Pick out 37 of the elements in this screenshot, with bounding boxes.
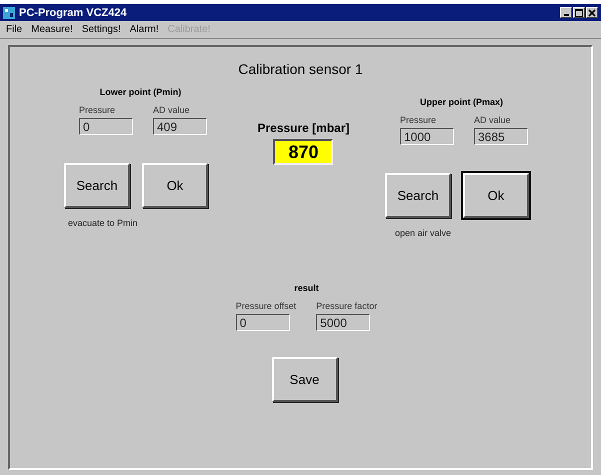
field-label: Pressure	[400, 115, 437, 125]
push-button[interactable]: Ok	[142, 163, 208, 208]
pressure-display: 870	[273, 139, 334, 165]
minimize-icon	[564, 14, 568, 16]
reading-label: Pressure [mbar]	[257, 121, 350, 135]
field-label: AD value	[153, 105, 191, 115]
menu-item[interactable]: Measure!	[31, 24, 73, 35]
minimize-button[interactable]	[560, 7, 572, 18]
group-title: result	[294, 283, 319, 293]
push-button[interactable]: Search	[384, 173, 451, 218]
field-label: Pressure factor	[316, 301, 378, 311]
menu-item[interactable]: Settings!	[82, 24, 121, 35]
field-label: Pressure offset	[236, 301, 296, 311]
menu-item[interactable]: File	[6, 24, 22, 35]
input-field[interactable]: 1000	[400, 128, 454, 145]
hint-text: open air valve	[394, 228, 452, 238]
menu-item[interactable]: Alarm!	[130, 24, 159, 35]
panel-heading: Calibration sensor 1	[238, 61, 363, 77]
input-field[interactable]: 3685	[474, 128, 528, 145]
input-field[interactable]: 0	[79, 118, 133, 135]
input-field[interactable]: 409	[153, 118, 207, 135]
maximize-icon	[575, 8, 583, 16]
input-field[interactable]: 0	[236, 314, 290, 331]
maximize-button[interactable]	[573, 7, 585, 18]
field-label: Pressure	[79, 105, 116, 115]
field-label: AD value	[474, 115, 512, 125]
close-icon	[588, 8, 596, 16]
push-button[interactable]: Ok	[462, 173, 529, 218]
close-button[interactable]	[586, 7, 598, 18]
push-button[interactable]: Search	[64, 163, 130, 208]
save-button[interactable]: Save	[272, 357, 338, 402]
hint-text: evacuate to Pmin	[68, 218, 139, 228]
group-title: Lower point (Pmin)	[98, 87, 182, 97]
input-field[interactable]: 5000	[316, 314, 370, 331]
window-title: PC-Program VCZ424	[19, 6, 127, 18]
app-icon	[3, 6, 15, 18]
group-title: Upper point (Pmax)	[418, 97, 504, 107]
